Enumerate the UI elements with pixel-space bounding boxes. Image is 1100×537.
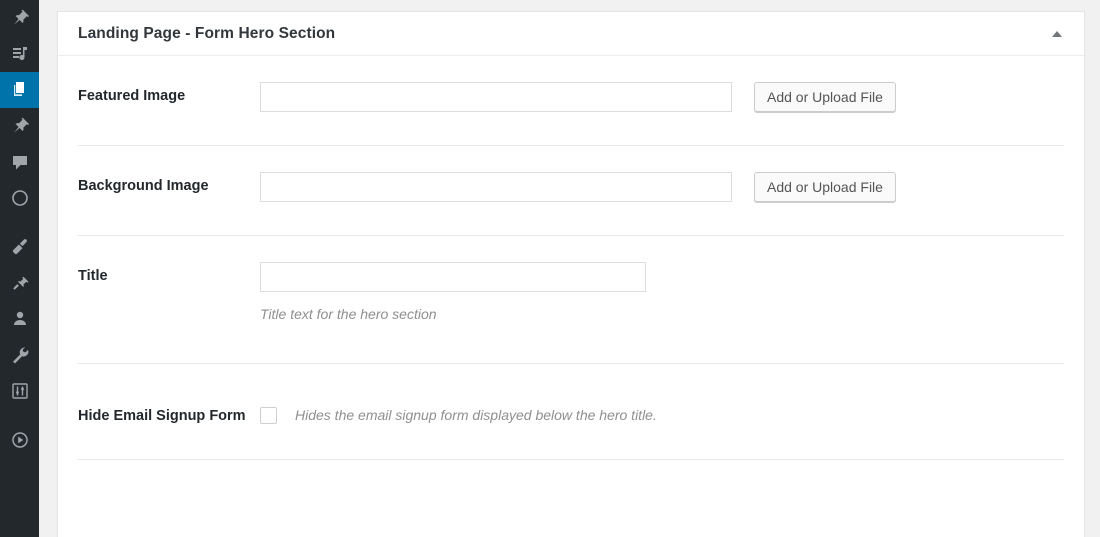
pin-icon — [10, 116, 30, 136]
user-icon — [10, 309, 30, 329]
sidebar-separator — [0, 216, 39, 229]
plug-icon — [10, 273, 30, 293]
page-title: Landing Page - Form Hero Section — [78, 24, 336, 42]
pages-icon — [10, 80, 30, 100]
field-row-title: Title Title text for the hero section — [78, 236, 1064, 364]
wrench-icon — [10, 345, 30, 365]
comment-icon — [10, 152, 30, 172]
sidebar-item-settings[interactable] — [0, 373, 39, 409]
media-icon — [10, 44, 30, 64]
metabox-panel: Landing Page - Form Hero Section Feature… — [57, 11, 1085, 537]
sidebar-item-portfolio[interactable] — [0, 108, 39, 144]
hide-email-signup-form-checkbox[interactable] — [260, 407, 277, 424]
field-label-hide-email-signup-form: Hide Email Signup Form — [78, 408, 246, 424]
collapse-icon — [10, 430, 30, 450]
field-label-cell: Background Image — [78, 172, 260, 196]
admin-sidebar — [0, 0, 47, 537]
field-row-background-image: Background Image Add or Upload File — [78, 146, 1064, 236]
sidebar-item-posts[interactable] — [0, 0, 39, 36]
field-input-cell: Add or Upload File — [260, 172, 1064, 202]
featured-image-upload-button[interactable]: Add or Upload File — [754, 82, 896, 112]
metabox-collapse-toggle[interactable] — [1038, 12, 1076, 56]
metabox-header: Landing Page - Form Hero Section — [58, 12, 1084, 56]
circle-icon — [10, 188, 30, 208]
field-row-hide-email-signup-form: Hide Email Signup Form Hides the email s… — [78, 364, 1064, 460]
field-label-cell: Featured Image — [78, 82, 260, 106]
field-label-cell: Hide Email Signup Form — [78, 390, 260, 426]
sidebar-item-collapse-menu[interactable] — [0, 422, 39, 458]
pin-icon — [10, 8, 30, 28]
background-image-upload-button[interactable]: Add or Upload File — [754, 172, 896, 202]
metabox-trailing-row — [78, 460, 1064, 520]
sidebar-item-media[interactable] — [0, 36, 39, 72]
field-label-cell: Title — [78, 262, 260, 286]
admin-screen: Landing Page - Form Hero Section Feature… — [0, 0, 1100, 537]
field-description-title: Title text for the hero section — [260, 306, 437, 322]
sidebar-item-comments[interactable] — [0, 144, 39, 180]
sidebar-item-jetpack[interactable] — [0, 180, 39, 216]
field-input-cell: Hides the email signup form displayed be… — [260, 390, 1064, 424]
sidebar-item-plugins[interactable] — [0, 265, 39, 301]
field-description-hide-email-signup-form: Hides the email signup form displayed be… — [295, 407, 657, 423]
field-input-cell: Title text for the hero section — [260, 262, 1064, 337]
sidebar-item-pages[interactable] — [0, 72, 47, 108]
title-input[interactable] — [260, 262, 646, 292]
field-label-background-image: Background Image — [78, 178, 209, 194]
sidebar-separator — [0, 409, 39, 422]
metabox-body: Featured Image Add or Upload File Backgr… — [58, 56, 1084, 520]
sidebar-item-users[interactable] — [0, 301, 39, 337]
field-input-cell: Add or Upload File — [260, 82, 1064, 112]
chevron-up-icon — [1052, 31, 1062, 37]
paintbrush-icon — [10, 237, 30, 257]
field-label-featured-image: Featured Image — [78, 88, 186, 104]
checkbox-group: Hides the email signup form displayed be… — [260, 404, 657, 424]
admin-content-area: Landing Page - Form Hero Section Feature… — [39, 0, 1100, 537]
field-label-title: Title — [78, 268, 108, 284]
background-image-input[interactable] — [260, 172, 732, 202]
sidebar-item-tools[interactable] — [0, 337, 39, 373]
field-row-featured-image: Featured Image Add or Upload File — [78, 56, 1064, 146]
sidebar-item-appearance[interactable] — [0, 229, 39, 265]
featured-image-input[interactable] — [260, 82, 732, 112]
sliders-icon — [10, 381, 30, 401]
